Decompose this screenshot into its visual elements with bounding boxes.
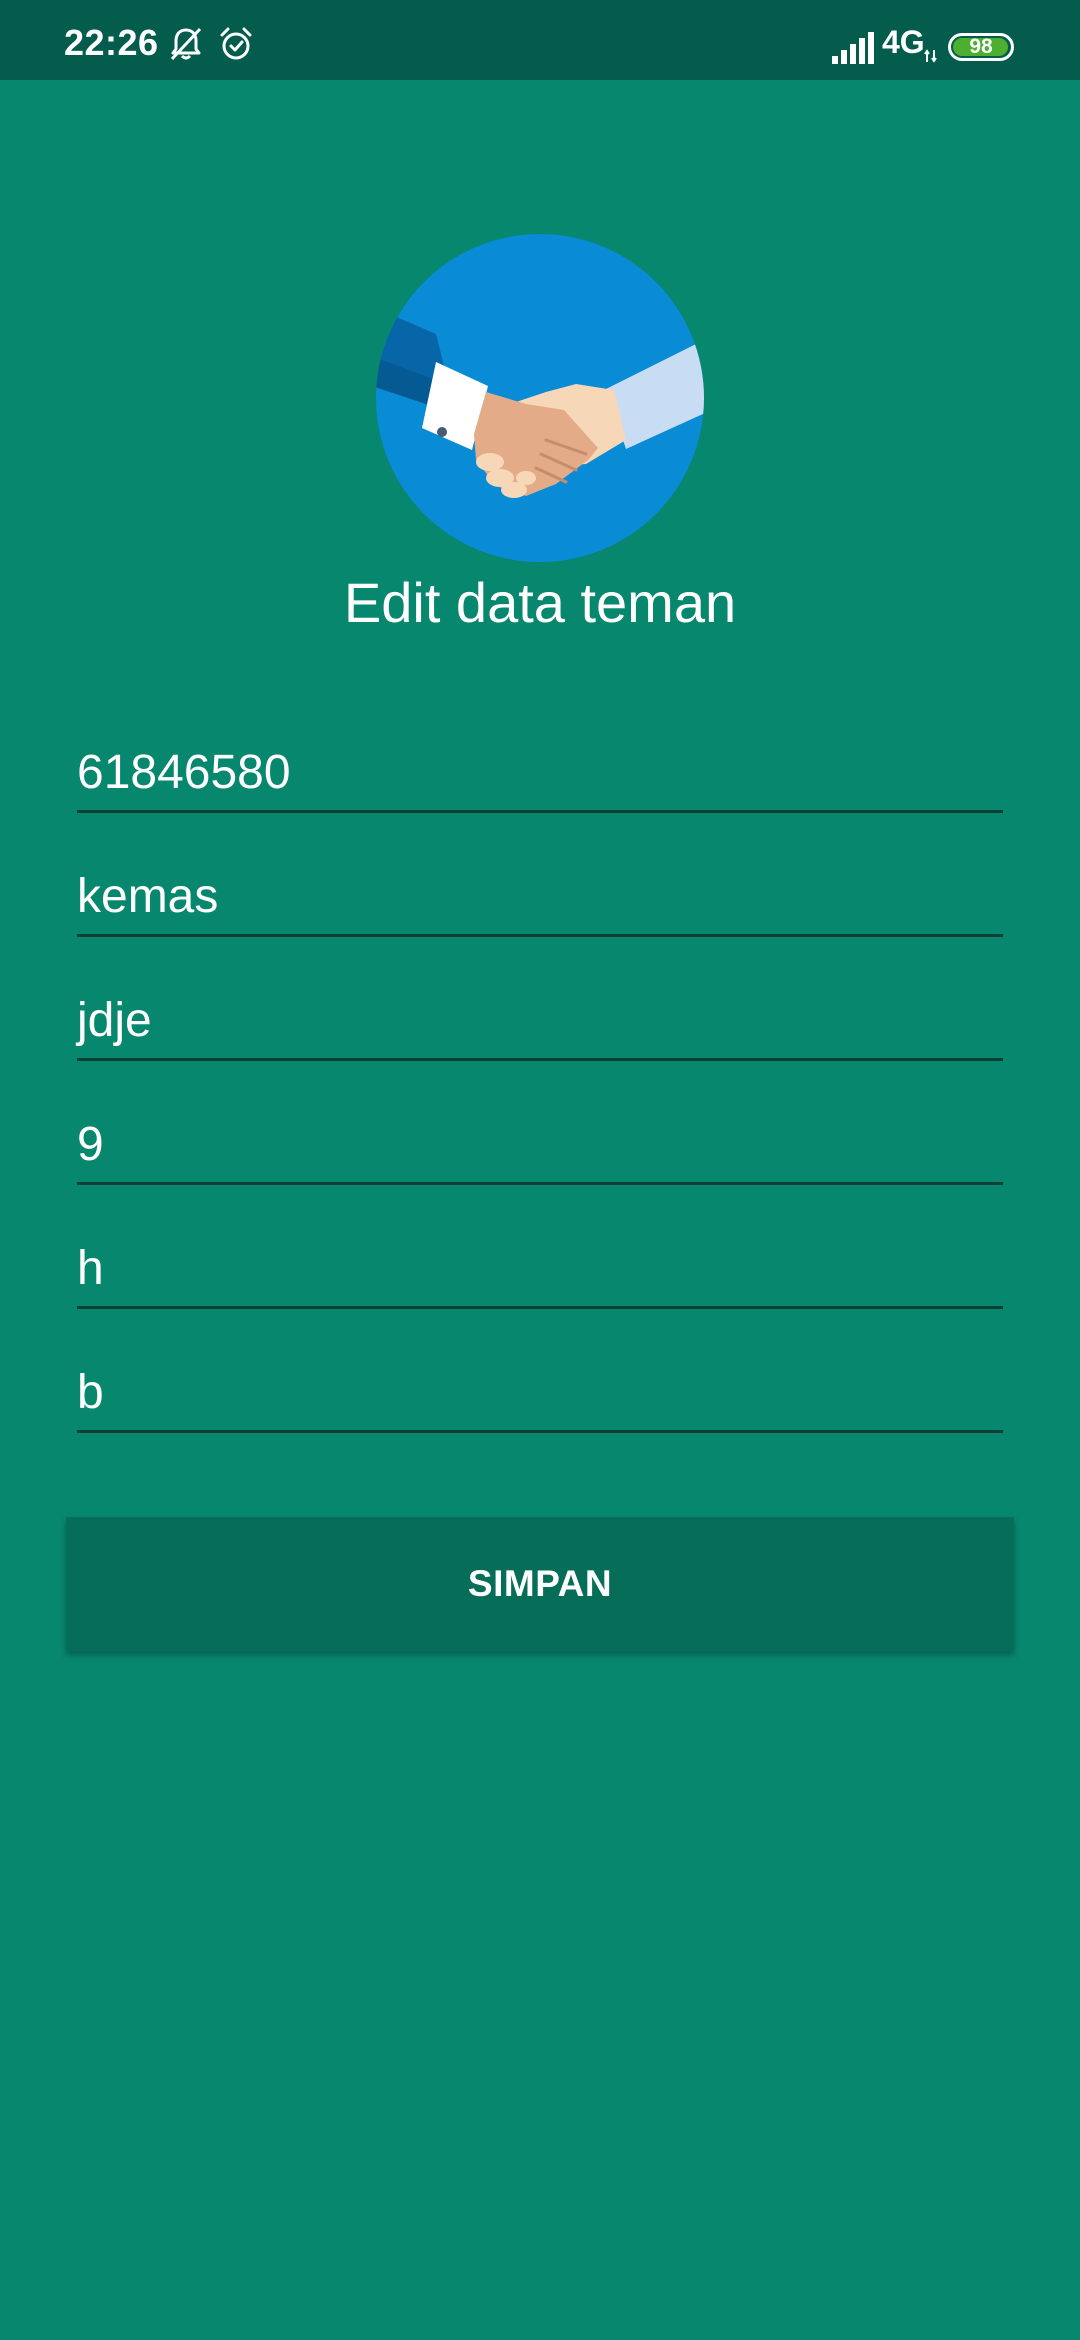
battery-icon: 98 xyxy=(948,33,1014,61)
save-button[interactable]: SIMPAN xyxy=(66,1517,1014,1651)
bell-off-icon xyxy=(170,27,202,61)
field-4[interactable]: 9 xyxy=(77,1078,1003,1185)
status-bar: 22:26 4G 98 xyxy=(0,0,1080,80)
alarm-icon xyxy=(220,27,252,60)
status-time: 22:26 xyxy=(64,22,159,63)
id-field[interactable]: 61846580 xyxy=(77,706,1003,813)
handshake-icon xyxy=(376,234,704,562)
field-3[interactable]: jdje xyxy=(77,954,1003,1061)
field-value: 9 xyxy=(77,1118,104,1171)
field-value: 61846580 xyxy=(77,746,291,799)
field-value: h xyxy=(77,1242,104,1295)
signal-icon xyxy=(832,32,874,64)
field-5[interactable]: h xyxy=(77,1202,1003,1309)
page-title: Edit data teman xyxy=(343,571,737,634)
field-value: jdje xyxy=(77,994,152,1047)
field-value: b xyxy=(77,1366,104,1419)
network-type: 4G xyxy=(882,24,925,60)
field-value: kemas xyxy=(77,870,219,923)
data-activity-icon xyxy=(924,49,937,63)
name-field[interactable]: kemas xyxy=(77,830,1003,937)
battery-level: 98 xyxy=(969,35,993,58)
field-6[interactable]: b xyxy=(77,1326,1003,1433)
